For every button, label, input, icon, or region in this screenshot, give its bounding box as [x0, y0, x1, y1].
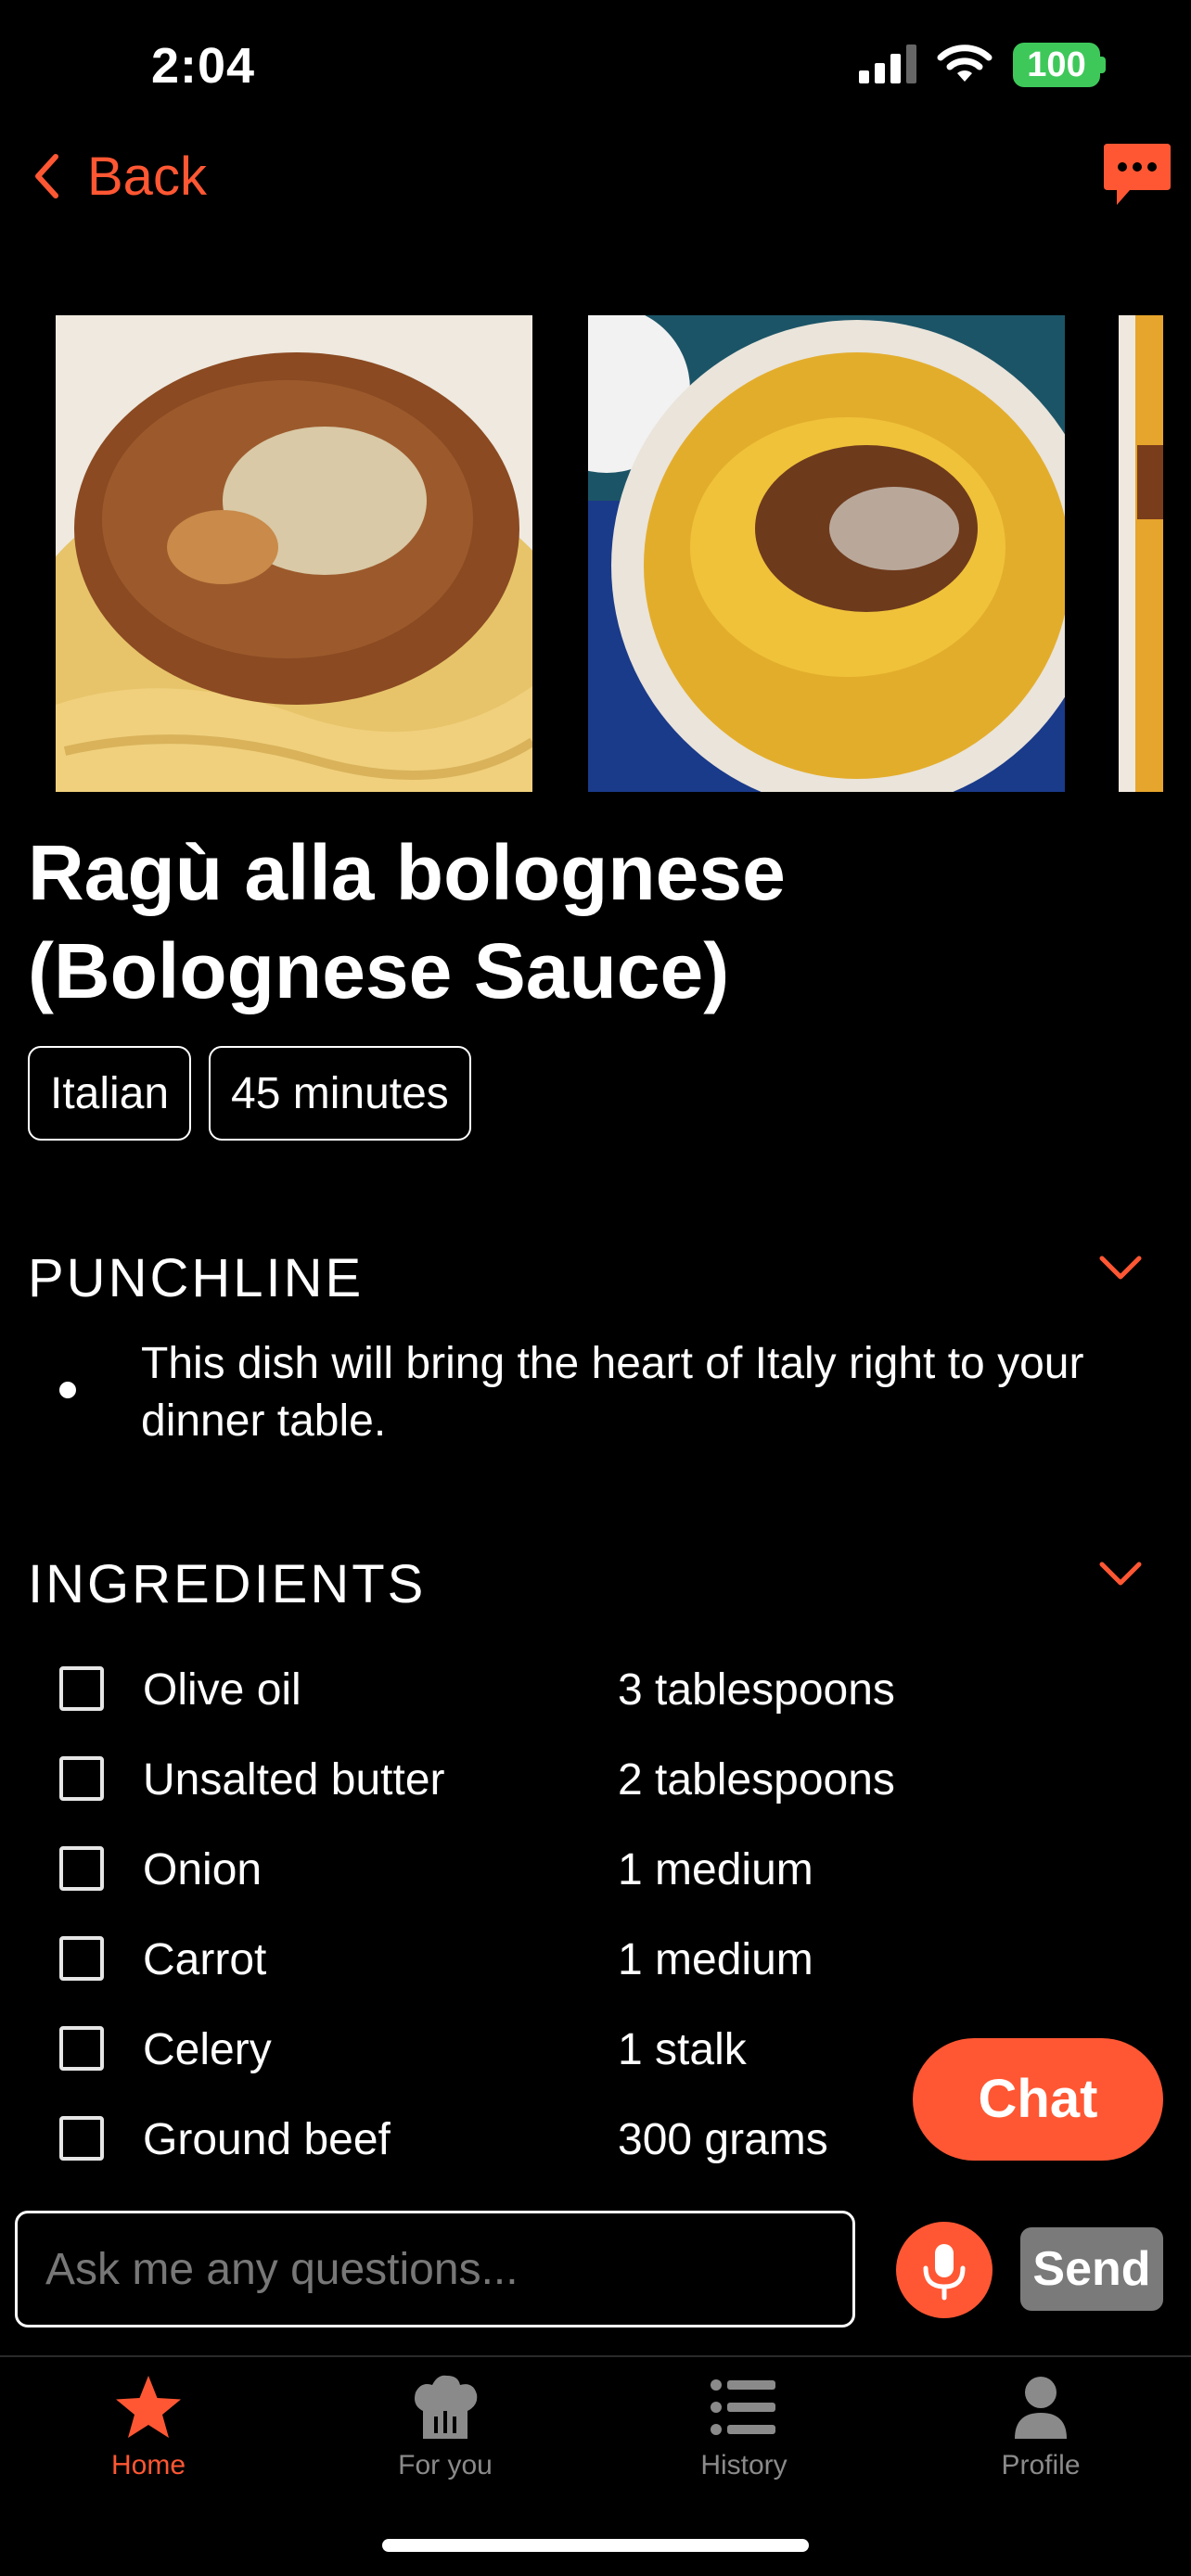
- recipe-title: Ragù alla bolognese (Bolognese Sauce): [28, 829, 786, 1014]
- ingredient-checkbox[interactable]: [59, 1666, 104, 1711]
- home-indicator: [382, 2539, 809, 2552]
- person-icon: [1015, 2377, 1067, 2439]
- tab-profile[interactable]: Profile: [948, 2374, 1133, 2481]
- list-icon: [711, 2379, 775, 2435]
- tab-label: History: [700, 2450, 788, 2480]
- ingredient-quantity: 1 stalk: [618, 2025, 747, 2074]
- cellular-signal-icon: [859, 45, 916, 83]
- recipe-photo-1[interactable]: [56, 315, 532, 792]
- ingredient-name: Carrot: [143, 1935, 267, 1984]
- chevron-down-icon[interactable]: [1098, 1560, 1143, 1588]
- ingredient-row[interactable]: Ground beef 300 grams: [59, 2112, 987, 2168]
- tab-label: Profile: [1001, 2450, 1081, 2480]
- ingredient-name: Olive oil: [143, 1665, 301, 1715]
- ingredient-quantity: 1 medium: [618, 1845, 813, 1894]
- punchline-heading: PUNCHLINE: [28, 1248, 365, 1308]
- tab-history[interactable]: History: [651, 2374, 837, 2481]
- tab-label: Home: [110, 2450, 186, 2480]
- wifi-icon: [937, 45, 992, 82]
- ingredient-checkbox[interactable]: [59, 1846, 104, 1891]
- ingredient-name: Celery: [143, 2025, 272, 2074]
- recipe-photo-3[interactable]: [1119, 315, 1163, 792]
- chevron-down-icon[interactable]: [1098, 1254, 1143, 1282]
- ingredient-row[interactable]: Carrot 1 medium: [59, 1932, 987, 1988]
- status-time: 2:04: [151, 38, 256, 94]
- chat-bubble-icon[interactable]: [1102, 144, 1172, 209]
- ingredient-checkbox[interactable]: [59, 2026, 104, 2071]
- ingredient-row[interactable]: Unsalted butter 2 tablespoons: [59, 1753, 987, 1808]
- ingredient-quantity: 3 tablespoons: [618, 1665, 895, 1715]
- ingredient-name: Unsalted butter: [143, 1755, 445, 1804]
- ingredient-row[interactable]: Olive oil 3 tablespoons: [59, 1663, 987, 1718]
- back-button[interactable]: Back: [33, 139, 207, 213]
- battery-indicator: 100: [1013, 43, 1100, 87]
- chef-hat-icon: [415, 2375, 478, 2439]
- microphone-button[interactable]: [896, 2222, 992, 2318]
- ingredient-quantity: 300 grams: [618, 2115, 828, 2164]
- star-icon: [116, 2376, 181, 2438]
- tab-for-you[interactable]: For you: [352, 2374, 538, 2481]
- recipe-photo-2[interactable]: [588, 315, 1065, 792]
- ingredient-quantity: 2 tablespoons: [618, 1755, 895, 1804]
- punchline-text: This dish will bring the heart of Italy …: [141, 1339, 1084, 1446]
- ingredient-checkbox[interactable]: [59, 2116, 104, 2161]
- ingredients-heading: INGREDIENTS: [28, 1554, 427, 1614]
- ask-input[interactable]: [15, 2211, 855, 2327]
- battery-cap: [1100, 57, 1106, 73]
- ingredient-checkbox[interactable]: [59, 1756, 104, 1801]
- ingredient-name: Ground beef: [143, 2115, 391, 2164]
- ingredient-quantity: 1 medium: [618, 1935, 813, 1984]
- back-label: Back: [87, 146, 207, 207]
- ingredient-checkbox[interactable]: [59, 1936, 104, 1981]
- tab-label: For you: [398, 2450, 493, 2480]
- tab-bar-divider: [0, 2355, 1191, 2357]
- cuisine-tag: Italian: [28, 1046, 192, 1141]
- duration-tag: 45 minutes: [209, 1046, 471, 1141]
- tab-home[interactable]: Home: [56, 2374, 241, 2481]
- microphone-icon: [923, 2244, 966, 2301]
- ingredient-row[interactable]: Onion 1 medium: [59, 1843, 987, 1898]
- ingredient-name: Onion: [143, 1845, 263, 1894]
- chevron-left-icon: [35, 154, 58, 198]
- chat-button[interactable]: Chat: [913, 2038, 1163, 2161]
- ingredient-row[interactable]: Celery 1 stalk: [59, 2022, 987, 2078]
- send-button[interactable]: Send: [1020, 2227, 1163, 2311]
- bullet-icon: [59, 1382, 76, 1398]
